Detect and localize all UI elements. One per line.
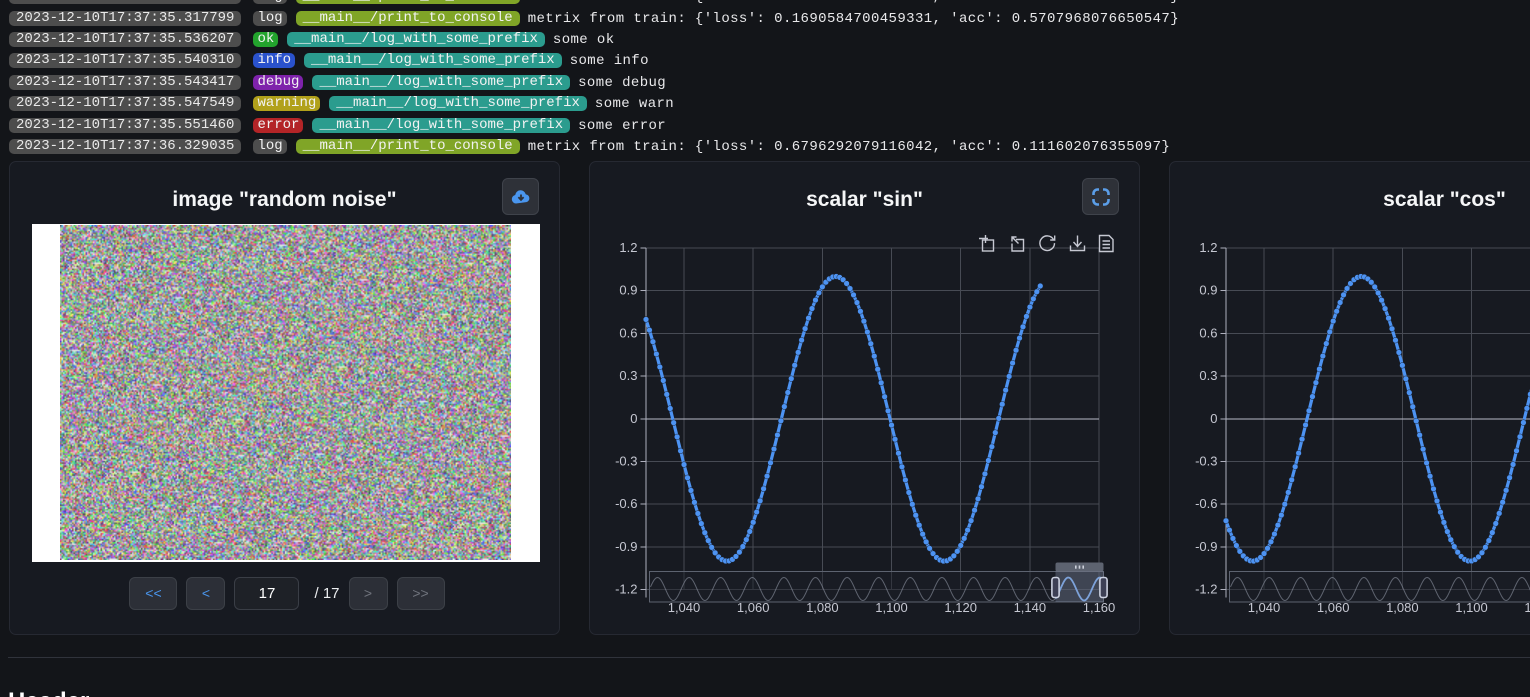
svg-text:0.6: 0.6 (619, 325, 637, 340)
svg-text:0.3: 0.3 (619, 368, 637, 383)
svg-text:0: 0 (1210, 411, 1217, 426)
svg-text:1,080: 1,080 (806, 600, 839, 615)
svg-text:1,160: 1,160 (1083, 600, 1116, 615)
svg-text:1,120: 1,120 (1524, 600, 1530, 615)
svg-text:0.6: 0.6 (1199, 325, 1217, 340)
svg-text:1,040: 1,040 (668, 600, 701, 615)
svg-text:1,040: 1,040 (1248, 600, 1281, 615)
svg-text:-0.6: -0.6 (1195, 496, 1217, 511)
svg-text:0.9: 0.9 (1199, 283, 1217, 298)
svg-text:1.2: 1.2 (1199, 240, 1217, 255)
svg-text:0.9: 0.9 (619, 283, 637, 298)
svg-text:-0.9: -0.9 (615, 539, 637, 554)
svg-text:-0.9: -0.9 (1195, 539, 1217, 554)
svg-text:-0.6: -0.6 (615, 496, 637, 511)
svg-text:0.3: 0.3 (1199, 368, 1217, 383)
svg-text:1,080: 1,080 (1386, 600, 1419, 615)
svg-text:-0.3: -0.3 (1195, 454, 1217, 469)
svg-text:1,100: 1,100 (875, 600, 908, 615)
svg-text:1,100: 1,100 (1455, 600, 1488, 615)
svg-text:1,060: 1,060 (1317, 600, 1350, 615)
svg-text:1,060: 1,060 (737, 600, 770, 615)
svg-text:1,140: 1,140 (1014, 600, 1047, 615)
svg-text:-1.2: -1.2 (1195, 582, 1217, 597)
svg-text:1.2: 1.2 (619, 240, 637, 255)
svg-text:-1.2: -1.2 (615, 582, 637, 597)
svg-text:-0.3: -0.3 (615, 454, 637, 469)
svg-text:0: 0 (630, 411, 637, 426)
svg-text:1,120: 1,120 (944, 600, 977, 615)
